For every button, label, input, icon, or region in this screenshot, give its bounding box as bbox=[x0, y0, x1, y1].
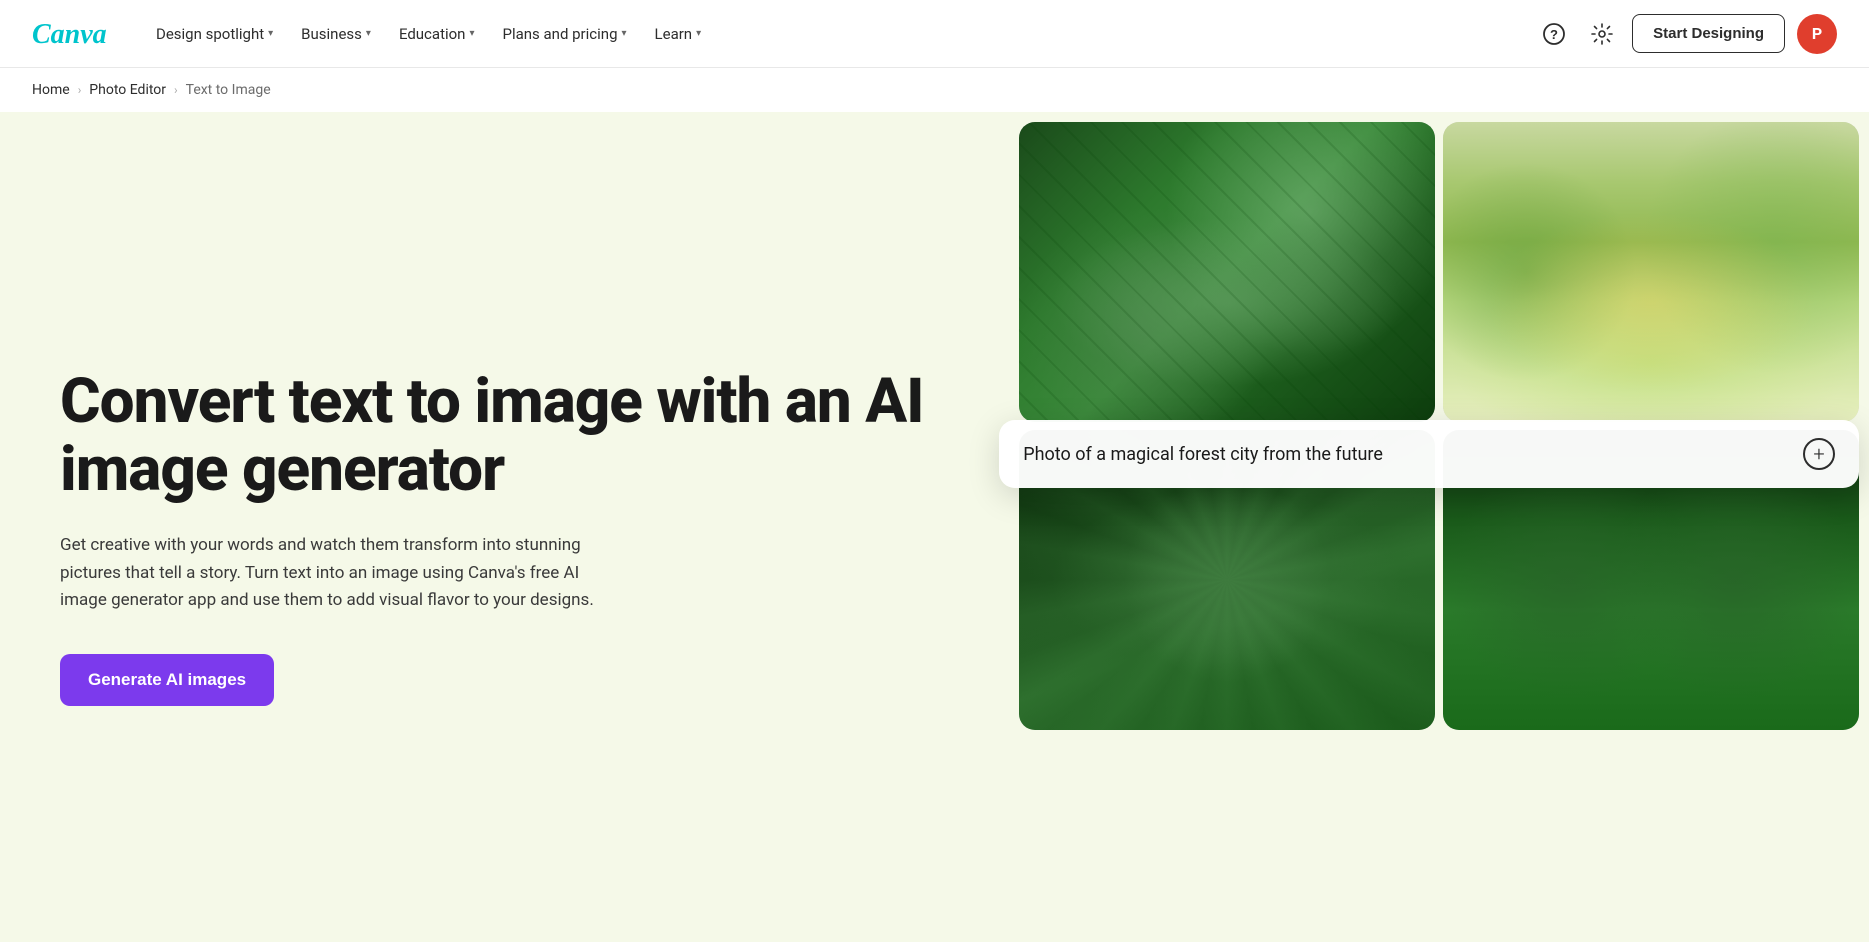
nav-actions: ? Start Designing P bbox=[1536, 14, 1837, 54]
nav-link-design-spotlight[interactable]: Design spotlight ▾ bbox=[144, 17, 285, 51]
svg-text:Canva: Canva bbox=[32, 19, 107, 47]
prompt-text: Photo of a magical forest city from the … bbox=[1023, 444, 1383, 465]
breadcrumb-sep-1: › bbox=[78, 83, 82, 97]
chevron-down-icon: ▾ bbox=[268, 28, 273, 39]
prompt-card[interactable]: Photo of a magical forest city from the … bbox=[999, 420, 1859, 488]
user-avatar[interactable]: P bbox=[1797, 14, 1837, 54]
breadcrumb-photo-editor[interactable]: Photo Editor bbox=[89, 82, 166, 98]
generate-ai-images-button[interactable]: Generate AI images bbox=[60, 654, 274, 706]
hero-left: Convert text to image with an AI image g… bbox=[0, 112, 1009, 942]
chevron-down-icon: ▾ bbox=[622, 28, 627, 39]
chevron-down-icon: ▾ bbox=[696, 28, 701, 39]
breadcrumb-current: Text to Image bbox=[186, 82, 271, 98]
nav-link-education[interactable]: Education ▾ bbox=[387, 17, 487, 51]
nav-links: Design spotlight ▾ Business ▾ Education … bbox=[144, 17, 1536, 51]
nav-link-plans-pricing[interactable]: Plans and pricing ▾ bbox=[491, 17, 639, 51]
hero-image-grid: Photo of a magical forest city from the … bbox=[1009, 112, 1869, 942]
svg-text:?: ? bbox=[1550, 27, 1558, 42]
settings-button[interactable] bbox=[1584, 16, 1620, 52]
hero-section: Convert text to image with an AI image g… bbox=[0, 112, 1869, 942]
hero-image-1-fill bbox=[1019, 122, 1435, 422]
nav-link-business[interactable]: Business ▾ bbox=[289, 17, 383, 51]
chevron-down-icon: ▾ bbox=[469, 28, 474, 39]
hero-image-2 bbox=[1443, 122, 1859, 422]
navbar: Canva Design spotlight ▾ Business ▾ Educ… bbox=[0, 0, 1869, 68]
chevron-down-icon: ▾ bbox=[366, 28, 371, 39]
breadcrumb-home[interactable]: Home bbox=[32, 82, 70, 98]
start-designing-button[interactable]: Start Designing bbox=[1632, 14, 1785, 53]
canva-logo[interactable]: Canva bbox=[32, 17, 112, 51]
hero-title: Convert text to image with an AI image g… bbox=[60, 368, 949, 504]
nav-link-learn[interactable]: Learn ▾ bbox=[643, 17, 714, 51]
hero-image-2-fill bbox=[1443, 122, 1859, 422]
hero-subtitle: Get creative with your words and watch t… bbox=[60, 532, 620, 614]
help-button[interactable]: ? bbox=[1536, 16, 1572, 52]
breadcrumb: Home › Photo Editor › Text to Image bbox=[0, 68, 1869, 112]
hero-image-1 bbox=[1019, 122, 1435, 422]
breadcrumb-sep-2: › bbox=[174, 83, 178, 97]
prompt-plus-button[interactable]: + bbox=[1803, 438, 1835, 470]
